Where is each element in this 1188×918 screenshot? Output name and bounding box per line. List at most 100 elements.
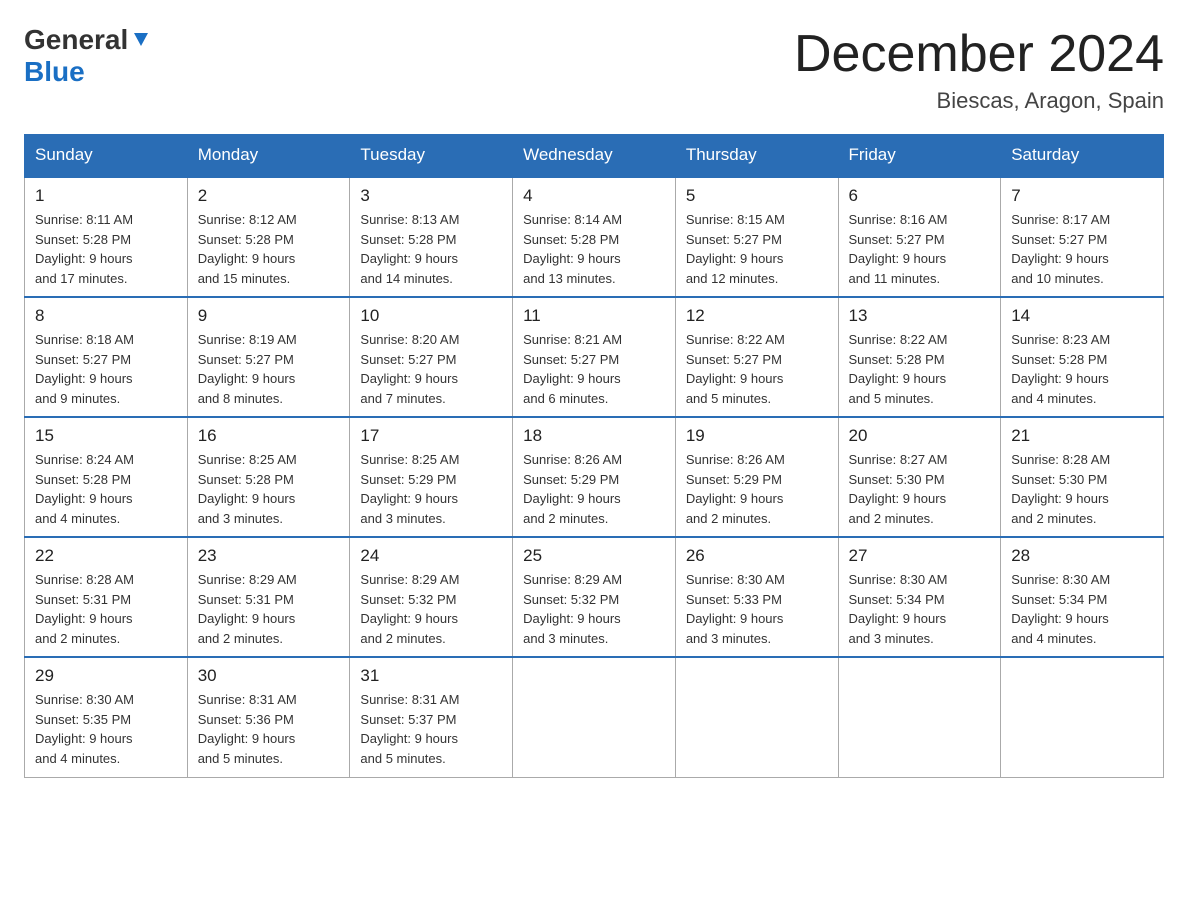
day-number: 1 bbox=[35, 186, 177, 206]
page-header: General Blue December 2024 Biescas, Arag… bbox=[24, 24, 1164, 114]
day-number: 28 bbox=[1011, 546, 1153, 566]
day-number: 25 bbox=[523, 546, 665, 566]
table-row bbox=[838, 657, 1001, 777]
day-number: 18 bbox=[523, 426, 665, 446]
day-info: Sunrise: 8:18 AM Sunset: 5:27 PM Dayligh… bbox=[35, 330, 177, 408]
day-info: Sunrise: 8:28 AM Sunset: 5:30 PM Dayligh… bbox=[1011, 450, 1153, 528]
day-info: Sunrise: 8:22 AM Sunset: 5:28 PM Dayligh… bbox=[849, 330, 991, 408]
logo-general-text: General bbox=[24, 24, 128, 56]
day-info: Sunrise: 8:12 AM Sunset: 5:28 PM Dayligh… bbox=[198, 210, 340, 288]
day-info: Sunrise: 8:20 AM Sunset: 5:27 PM Dayligh… bbox=[360, 330, 502, 408]
table-row: 9 Sunrise: 8:19 AM Sunset: 5:27 PM Dayli… bbox=[187, 297, 350, 417]
day-info: Sunrise: 8:21 AM Sunset: 5:27 PM Dayligh… bbox=[523, 330, 665, 408]
day-number: 5 bbox=[686, 186, 828, 206]
day-number: 15 bbox=[35, 426, 177, 446]
calendar-week-row: 8 Sunrise: 8:18 AM Sunset: 5:27 PM Dayli… bbox=[25, 297, 1164, 417]
calendar-week-row: 15 Sunrise: 8:24 AM Sunset: 5:28 PM Dayl… bbox=[25, 417, 1164, 537]
table-row bbox=[513, 657, 676, 777]
table-row: 6 Sunrise: 8:16 AM Sunset: 5:27 PM Dayli… bbox=[838, 177, 1001, 298]
day-info: Sunrise: 8:29 AM Sunset: 5:32 PM Dayligh… bbox=[360, 570, 502, 648]
table-row: 1 Sunrise: 8:11 AM Sunset: 5:28 PM Dayli… bbox=[25, 177, 188, 298]
table-row: 7 Sunrise: 8:17 AM Sunset: 5:27 PM Dayli… bbox=[1001, 177, 1164, 298]
day-info: Sunrise: 8:27 AM Sunset: 5:30 PM Dayligh… bbox=[849, 450, 991, 528]
calendar-table: Sunday Monday Tuesday Wednesday Thursday… bbox=[24, 134, 1164, 778]
table-row: 8 Sunrise: 8:18 AM Sunset: 5:27 PM Dayli… bbox=[25, 297, 188, 417]
logo-blue-text: Blue bbox=[24, 56, 85, 87]
col-friday: Friday bbox=[838, 135, 1001, 177]
col-thursday: Thursday bbox=[675, 135, 838, 177]
day-info: Sunrise: 8:13 AM Sunset: 5:28 PM Dayligh… bbox=[360, 210, 502, 288]
day-info: Sunrise: 8:14 AM Sunset: 5:28 PM Dayligh… bbox=[523, 210, 665, 288]
day-number: 11 bbox=[523, 306, 665, 326]
day-info: Sunrise: 8:30 AM Sunset: 5:34 PM Dayligh… bbox=[1011, 570, 1153, 648]
table-row: 31 Sunrise: 8:31 AM Sunset: 5:37 PM Dayl… bbox=[350, 657, 513, 777]
col-saturday: Saturday bbox=[1001, 135, 1164, 177]
day-info: Sunrise: 8:31 AM Sunset: 5:37 PM Dayligh… bbox=[360, 690, 502, 768]
table-row: 11 Sunrise: 8:21 AM Sunset: 5:27 PM Dayl… bbox=[513, 297, 676, 417]
col-sunday: Sunday bbox=[25, 135, 188, 177]
table-row: 3 Sunrise: 8:13 AM Sunset: 5:28 PM Dayli… bbox=[350, 177, 513, 298]
table-row: 18 Sunrise: 8:26 AM Sunset: 5:29 PM Dayl… bbox=[513, 417, 676, 537]
day-number: 2 bbox=[198, 186, 340, 206]
col-monday: Monday bbox=[187, 135, 350, 177]
table-row bbox=[1001, 657, 1164, 777]
table-row: 23 Sunrise: 8:29 AM Sunset: 5:31 PM Dayl… bbox=[187, 537, 350, 657]
day-info: Sunrise: 8:15 AM Sunset: 5:27 PM Dayligh… bbox=[686, 210, 828, 288]
location: Biescas, Aragon, Spain bbox=[794, 88, 1164, 114]
day-number: 3 bbox=[360, 186, 502, 206]
day-number: 21 bbox=[1011, 426, 1153, 446]
day-number: 19 bbox=[686, 426, 828, 446]
table-row: 21 Sunrise: 8:28 AM Sunset: 5:30 PM Dayl… bbox=[1001, 417, 1164, 537]
table-row: 29 Sunrise: 8:30 AM Sunset: 5:35 PM Dayl… bbox=[25, 657, 188, 777]
day-number: 12 bbox=[686, 306, 828, 326]
table-row: 13 Sunrise: 8:22 AM Sunset: 5:28 PM Dayl… bbox=[838, 297, 1001, 417]
day-number: 17 bbox=[360, 426, 502, 446]
day-info: Sunrise: 8:16 AM Sunset: 5:27 PM Dayligh… bbox=[849, 210, 991, 288]
table-row: 5 Sunrise: 8:15 AM Sunset: 5:27 PM Dayli… bbox=[675, 177, 838, 298]
table-row: 24 Sunrise: 8:29 AM Sunset: 5:32 PM Dayl… bbox=[350, 537, 513, 657]
day-number: 6 bbox=[849, 186, 991, 206]
day-info: Sunrise: 8:17 AM Sunset: 5:27 PM Dayligh… bbox=[1011, 210, 1153, 288]
day-number: 7 bbox=[1011, 186, 1153, 206]
day-info: Sunrise: 8:31 AM Sunset: 5:36 PM Dayligh… bbox=[198, 690, 340, 768]
day-number: 16 bbox=[198, 426, 340, 446]
table-row: 12 Sunrise: 8:22 AM Sunset: 5:27 PM Dayl… bbox=[675, 297, 838, 417]
table-row: 30 Sunrise: 8:31 AM Sunset: 5:36 PM Dayl… bbox=[187, 657, 350, 777]
day-number: 29 bbox=[35, 666, 177, 686]
day-info: Sunrise: 8:23 AM Sunset: 5:28 PM Dayligh… bbox=[1011, 330, 1153, 408]
table-row: 14 Sunrise: 8:23 AM Sunset: 5:28 PM Dayl… bbox=[1001, 297, 1164, 417]
day-number: 20 bbox=[849, 426, 991, 446]
table-row: 10 Sunrise: 8:20 AM Sunset: 5:27 PM Dayl… bbox=[350, 297, 513, 417]
table-row: 22 Sunrise: 8:28 AM Sunset: 5:31 PM Dayl… bbox=[25, 537, 188, 657]
table-row: 25 Sunrise: 8:29 AM Sunset: 5:32 PM Dayl… bbox=[513, 537, 676, 657]
day-number: 8 bbox=[35, 306, 177, 326]
day-number: 31 bbox=[360, 666, 502, 686]
day-number: 4 bbox=[523, 186, 665, 206]
day-info: Sunrise: 8:29 AM Sunset: 5:32 PM Dayligh… bbox=[523, 570, 665, 648]
day-info: Sunrise: 8:11 AM Sunset: 5:28 PM Dayligh… bbox=[35, 210, 177, 288]
day-info: Sunrise: 8:30 AM Sunset: 5:35 PM Dayligh… bbox=[35, 690, 177, 768]
day-number: 30 bbox=[198, 666, 340, 686]
day-info: Sunrise: 8:30 AM Sunset: 5:34 PM Dayligh… bbox=[849, 570, 991, 648]
day-number: 23 bbox=[198, 546, 340, 566]
day-info: Sunrise: 8:29 AM Sunset: 5:31 PM Dayligh… bbox=[198, 570, 340, 648]
day-number: 27 bbox=[849, 546, 991, 566]
table-row: 16 Sunrise: 8:25 AM Sunset: 5:28 PM Dayl… bbox=[187, 417, 350, 537]
logo-arrow-icon bbox=[128, 29, 152, 51]
day-info: Sunrise: 8:25 AM Sunset: 5:29 PM Dayligh… bbox=[360, 450, 502, 528]
day-number: 13 bbox=[849, 306, 991, 326]
calendar-week-row: 29 Sunrise: 8:30 AM Sunset: 5:35 PM Dayl… bbox=[25, 657, 1164, 777]
table-row: 27 Sunrise: 8:30 AM Sunset: 5:34 PM Dayl… bbox=[838, 537, 1001, 657]
table-row: 17 Sunrise: 8:25 AM Sunset: 5:29 PM Dayl… bbox=[350, 417, 513, 537]
day-info: Sunrise: 8:28 AM Sunset: 5:31 PM Dayligh… bbox=[35, 570, 177, 648]
day-info: Sunrise: 8:26 AM Sunset: 5:29 PM Dayligh… bbox=[686, 450, 828, 528]
day-number: 14 bbox=[1011, 306, 1153, 326]
table-row bbox=[675, 657, 838, 777]
day-number: 9 bbox=[198, 306, 340, 326]
day-info: Sunrise: 8:25 AM Sunset: 5:28 PM Dayligh… bbox=[198, 450, 340, 528]
day-info: Sunrise: 8:22 AM Sunset: 5:27 PM Dayligh… bbox=[686, 330, 828, 408]
calendar-week-row: 22 Sunrise: 8:28 AM Sunset: 5:31 PM Dayl… bbox=[25, 537, 1164, 657]
day-info: Sunrise: 8:26 AM Sunset: 5:29 PM Dayligh… bbox=[523, 450, 665, 528]
month-title: December 2024 bbox=[794, 24, 1164, 84]
title-section: December 2024 Biescas, Aragon, Spain bbox=[794, 24, 1164, 114]
